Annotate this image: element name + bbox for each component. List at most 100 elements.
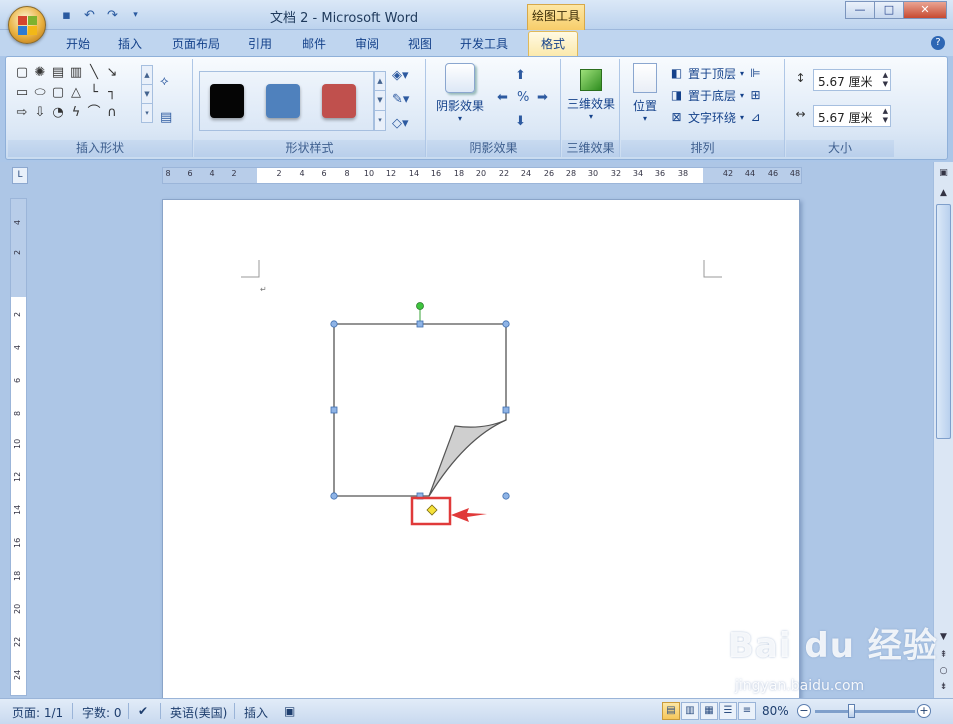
insert-mode-indicator[interactable]: 插入 — [244, 704, 268, 721]
redo-icon[interactable]: ↷ — [104, 7, 121, 24]
3d-effects-button[interactable]: 三维效果 ▾ — [562, 63, 620, 121]
word-count[interactable]: 字数: 0 — [82, 704, 122, 721]
text-frame-shape-icon[interactable]: ▤ — [50, 65, 66, 81]
group-objects-icon[interactable]: ⊞ — [748, 88, 763, 103]
style-swatch-black[interactable] — [210, 84, 244, 118]
arrow-line-shape-icon[interactable]: ↘ — [104, 65, 120, 81]
resize-handle-left[interactable] — [330, 406, 338, 414]
nudge-shadow-right-icon[interactable]: ➡ — [537, 89, 565, 107]
change-shape-icon[interactable]: ◇▾ — [392, 115, 420, 133]
tab-insert[interactable]: 插入 — [118, 35, 142, 52]
zoom-out-icon[interactable]: − — [797, 704, 811, 718]
width-spinner-icon[interactable]: ▲ ▼ — [883, 107, 888, 125]
shape-outline-icon[interactable]: ✎▾ — [392, 91, 420, 109]
scroll-down-arrow-icon[interactable]: ▼ — [936, 632, 951, 646]
resize-handle-top-right[interactable] — [502, 320, 510, 328]
rotate-icon[interactable]: ⊿ — [748, 110, 763, 125]
full-screen-reading-icon[interactable]: ▥ — [681, 702, 699, 720]
horizontal-ruler[interactable]: 8 6 4 2 2 4 6 8 10 12 14 16 18 20 22 24 26 28 30 32 34 36 38 42… — [162, 167, 802, 184]
undo-icon[interactable]: ↶ — [81, 7, 98, 24]
right-arrow-shape-icon[interactable]: ⇨ — [14, 105, 30, 121]
outline-view-icon[interactable]: ☰ — [719, 702, 737, 720]
zoom-level[interactable]: 80% — [762, 704, 789, 718]
tab-page-layout[interactable]: 页面布局 — [172, 35, 220, 52]
style-swatch-red[interactable] — [322, 84, 356, 118]
resize-handle-right[interactable] — [502, 406, 510, 414]
print-layout-icon[interactable]: ▤ — [662, 702, 680, 720]
align-icon[interactable]: ⊫ — [748, 66, 763, 81]
textbox-shape-icon[interactable]: ▢ — [14, 65, 30, 81]
tab-references[interactable]: 引用 — [248, 35, 272, 52]
line-shape-icon[interactable]: ╲ — [86, 65, 102, 81]
nudge-shadow-up-icon[interactable]: ⬆ — [515, 67, 543, 85]
curve-shape-icon[interactable]: ∩ — [104, 105, 120, 121]
scroll-down-icon[interactable]: ▼ — [142, 85, 152, 104]
seal-shape-icon[interactable]: ✺ — [32, 65, 48, 81]
text-wrapping-button[interactable]: ⊠ 文字环绕 ▾ ⊿ — [669, 107, 763, 127]
resize-handle-top[interactable] — [416, 320, 424, 328]
bring-to-front-button[interactable]: ◧ 置于顶层 ▾ ⊫ — [669, 63, 763, 83]
tab-home[interactable]: 开始 — [66, 35, 90, 52]
tab-review[interactable]: 审阅 — [355, 35, 379, 52]
previous-page-icon[interactable]: ⇞ — [936, 650, 951, 664]
language-indicator[interactable]: 英语(美国) — [170, 704, 227, 721]
scrollbar-thumb[interactable] — [936, 204, 951, 439]
help-icon[interactable]: ? — [931, 36, 945, 50]
styles-more-icon[interactable]: ▾ — [375, 111, 385, 130]
send-to-back-button[interactable]: ◨ 置于底层 ▾ ⊞ — [669, 85, 763, 105]
height-spinner-icon[interactable]: ▲ ▼ — [883, 71, 888, 89]
draft-view-icon[interactable]: ≡ — [738, 702, 756, 720]
close-button[interactable]: ✕ — [903, 1, 947, 19]
tab-developer[interactable]: 开发工具 — [460, 35, 508, 52]
adjustment-handle[interactable] — [426, 504, 438, 516]
draw-textbox-icon[interactable]: ▤ — [160, 109, 188, 127]
callout-shape-icon[interactable]: ◔ — [50, 105, 66, 121]
tab-format[interactable]: 格式 — [528, 31, 579, 56]
shapes-gallery-scroll[interactable]: ▲ ▼ ▾ — [141, 65, 153, 123]
scroll-up-icon[interactable]: ▲ — [142, 66, 152, 85]
lightning-shape-icon[interactable]: ϟ — [68, 105, 84, 121]
tab-view[interactable]: 视图 — [408, 35, 432, 52]
resize-handle-bottom-left[interactable] — [330, 492, 338, 500]
styles-scroll-up-icon[interactable]: ▲ — [375, 72, 385, 92]
folded-corner-shape[interactable] — [333, 323, 507, 497]
nudge-shadow-down-icon[interactable]: ⬇ — [515, 113, 543, 131]
rounded-rect-shape-icon[interactable]: ▢ — [50, 85, 66, 101]
shape-fill-icon[interactable]: ◈▾ — [392, 67, 420, 85]
tab-selector[interactable]: L — [12, 167, 28, 184]
styles-gallery-scroll[interactable]: ▲ ▼ ▾ — [374, 71, 386, 131]
style-swatch-blue[interactable] — [266, 84, 300, 118]
position-button[interactable]: 位置 ▾ — [625, 63, 665, 123]
arc-shape-icon[interactable]: ⌒ — [86, 105, 102, 121]
zoom-in-icon[interactable]: + — [917, 704, 931, 718]
shadow-effects-button[interactable]: 阴影效果 ▾ — [431, 63, 489, 123]
tab-mailings[interactable]: 邮件 — [302, 35, 326, 52]
save-icon[interactable]: ▪ — [58, 7, 75, 24]
scroll-up-arrow-icon[interactable]: ▲ — [936, 188, 951, 202]
macro-record-icon[interactable]: ▣ — [284, 704, 295, 718]
shape-width-input[interactable]: 5.67 厘米 ▲ ▼ — [813, 105, 891, 127]
elbow-arrow-icon[interactable]: ┐ — [104, 85, 120, 101]
down-arrow-shape-icon[interactable]: ⇩ — [32, 105, 48, 121]
next-page-icon[interactable]: ⇟ — [936, 682, 951, 696]
rectangle-shape-icon[interactable]: ▭ — [14, 85, 30, 101]
customize-qat-icon[interactable]: ▾ — [127, 7, 144, 24]
minimize-button[interactable]: — — [845, 1, 875, 19]
gallery-more-icon[interactable]: ▾ — [142, 104, 152, 123]
rotation-handle[interactable] — [416, 302, 424, 310]
maximize-button[interactable]: □ — [874, 1, 904, 19]
document-page[interactable]: ↵ — [162, 199, 800, 699]
zoom-slider-thumb[interactable] — [848, 704, 855, 718]
browse-object-icon[interactable]: ○ — [936, 666, 951, 680]
zoom-slider-track[interactable] — [815, 710, 915, 713]
elbow-connector-icon[interactable]: └ — [86, 85, 102, 101]
shape-height-input[interactable]: 5.67 厘米 ▲ ▼ — [813, 69, 891, 91]
ruler-toggle-icon[interactable]: ▣ — [936, 168, 951, 182]
styles-scroll-down-icon[interactable]: ▼ — [375, 91, 385, 111]
vertical-ruler[interactable]: 4 2 2 4 6 8 10 12 14 16 18 20 22 24 — [10, 198, 27, 696]
triangle-shape-icon[interactable]: △ — [68, 85, 84, 101]
proofing-icon[interactable]: ✔ — [138, 704, 148, 718]
resize-handle-top-left[interactable] — [330, 320, 338, 328]
page-count[interactable]: 页面: 1/1 — [12, 704, 63, 721]
edit-shape-icon[interactable]: ⟡ — [160, 73, 188, 91]
